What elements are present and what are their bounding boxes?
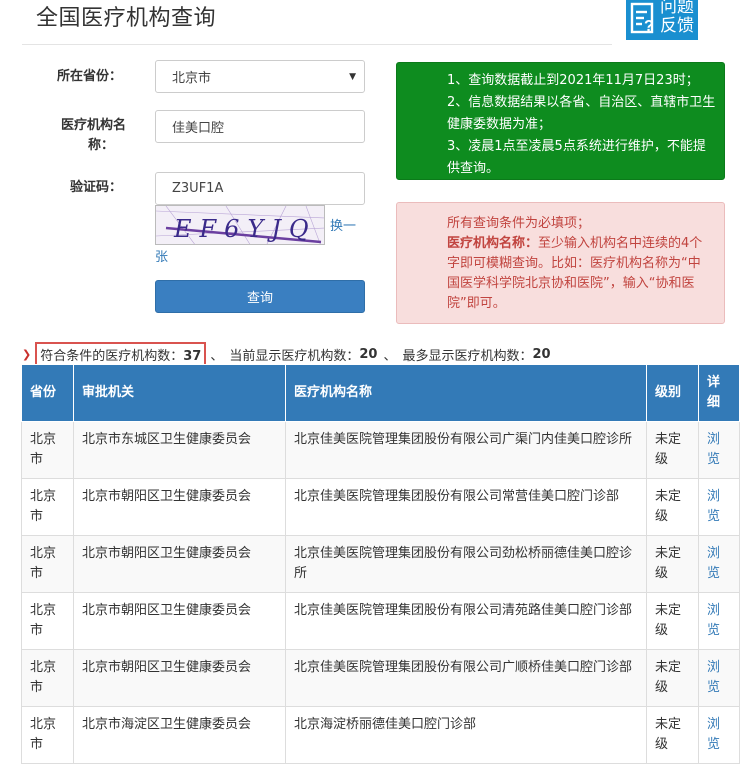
notice-requirements-label: 医疗机构名称：: [447, 236, 539, 251]
cell-level: 未定级: [646, 421, 699, 479]
cell-approval-authority: 北京市朝阳区卫生健康委员会: [73, 535, 286, 593]
table-row: 北京市 北京市东城区卫生健康委员会 北京佳美医院管理集团股份有限公司广渠门内佳美…: [21, 421, 740, 479]
view-details-link[interactable]: 浏览: [698, 706, 740, 764]
header-province[interactable]: 省份: [21, 364, 74, 422]
cell-institution-name: 北京佳美医院管理集团股份有限公司劲松桥丽德佳美口腔诊所: [285, 535, 647, 593]
captcha-image[interactable]: EF6YJQ: [155, 205, 325, 245]
cell-province: 北京市: [21, 592, 74, 650]
notice-requirements-line1: 所有查询条件为必填项；: [447, 216, 591, 231]
match-count-label: 符合条件的医疗机构数：: [40, 348, 184, 364]
institution-name-value: 佳美口腔: [172, 121, 225, 136]
notice-info-line2: 2、信息数据结果以各省、自治区、直辖市卫生健康委数据为准；: [447, 95, 716, 132]
feedback-icon: ?: [630, 0, 656, 36]
cell-province: 北京市: [21, 649, 74, 707]
notice-requirements-line2: 医疗机构名称：至少输入机构名中连续的4个字即可模糊查询。比如：医疗机构名称为“中…: [447, 234, 712, 314]
refresh-captcha-link-line1[interactable]: 换一: [330, 215, 356, 234]
chevron-down-icon: ▼: [349, 72, 356, 82]
table-row: 北京市 北京市朝阳区卫生健康委员会 北京佳美医院管理集团股份有限公司广顺桥佳美口…: [21, 649, 740, 707]
notice-info: 1、查询数据截止到2021年11月7日23时； 2、信息数据结果以各省、自治区、…: [396, 62, 725, 180]
institution-name-input[interactable]: 佳美口腔: [155, 110, 365, 143]
cell-institution-name: 北京佳美医院管理集团股份有限公司广渠门内佳美口腔诊所: [285, 421, 647, 479]
province-label: 所在省份：: [56, 69, 122, 84]
results-table: 省份 审批机关 医疗机构名称 级别 详细 北京市 北京市东城区卫生健康委员会 北…: [21, 364, 740, 764]
shown-count-label: 当前显示医疗机构数：: [229, 348, 360, 364]
summary-separator: 、: [210, 348, 224, 364]
notice-info-line3: 3、凌晨1点至凌晨5点系统进行维护，不能提供查询。: [447, 139, 706, 176]
header-level[interactable]: 级别: [646, 364, 699, 422]
table-header-row: 省份 审批机关 医疗机构名称 级别 详细: [21, 364, 740, 422]
captcha-value: Z3UF1A: [172, 181, 224, 196]
cell-level: 未定级: [646, 592, 699, 650]
cell-province: 北京市: [21, 706, 74, 764]
view-details-link[interactable]: 浏览: [698, 592, 740, 650]
table-row: 北京市 北京市朝阳区卫生健康委员会 北京佳美医院管理集团股份有限公司清苑路佳美口…: [21, 592, 740, 650]
view-details-link[interactable]: 浏览: [698, 649, 740, 707]
cell-province: 北京市: [21, 535, 74, 593]
table-row: 北京市 北京市朝阳区卫生健康委员会 北京佳美医院管理集团股份有限公司劲松桥丽德佳…: [21, 535, 740, 593]
refresh-captcha-link-line2[interactable]: 张: [155, 246, 168, 265]
captcha-input[interactable]: Z3UF1A: [155, 172, 365, 205]
institution-name-label-line2: 称：: [87, 138, 114, 153]
province-select[interactable]: 北京市 ▼: [155, 60, 365, 93]
table-row: 北京市 北京市朝阳区卫生健康委员会 北京佳美医院管理集团股份有限公司常营佳美口腔…: [21, 478, 740, 536]
cell-approval-authority: 北京市朝阳区卫生健康委员会: [73, 478, 286, 536]
cell-institution-name: 北京佳美医院管理集团股份有限公司广顺桥佳美口腔门诊部: [285, 649, 647, 707]
cell-province: 北京市: [21, 478, 74, 536]
cell-province: 北京市: [21, 421, 74, 479]
feedback-line2: 反馈: [660, 16, 694, 36]
cell-institution-name: 北京海淀桥丽德佳美口腔门诊部: [285, 706, 647, 764]
province-value: 北京市: [172, 71, 212, 86]
summary-separator: 、: [383, 348, 397, 364]
query-button[interactable]: 查询: [155, 280, 365, 313]
captcha-text: EF6YJQ: [173, 215, 317, 243]
result-summary: ❯ 符合条件的医疗机构数：37 、 当前显示医疗机构数： 20 、 最多显示医疗机…: [22, 341, 551, 367]
title-divider: [22, 44, 612, 45]
page-title: 全国医疗机构查询: [36, 6, 217, 31]
cell-level: 未定级: [646, 649, 699, 707]
captcha-label: 验证码：: [69, 180, 122, 195]
max-count-label: 最多显示医疗机构数：: [402, 348, 533, 364]
notice-requirements: 所有查询条件为必填项； 医疗机构名称：至少输入机构名中连续的4个字即可模糊查询。…: [396, 202, 725, 324]
institution-name-label-line1: 医疗机构名: [60, 118, 126, 133]
double-chevron-right-icon: ❯: [22, 347, 32, 361]
feedback-line1: 问题: [660, 0, 694, 17]
cell-approval-authority: 北京市朝阳区卫生健康委员会: [73, 592, 286, 650]
cell-institution-name: 北京佳美医院管理集团股份有限公司常营佳美口腔门诊部: [285, 478, 647, 536]
match-count: 37: [183, 348, 202, 364]
header-details[interactable]: 详细: [698, 364, 740, 422]
match-count-highlight: 符合条件的医疗机构数：37: [35, 341, 207, 367]
cell-approval-authority: 北京市海淀区卫生健康委员会: [73, 706, 286, 764]
view-details-link[interactable]: 浏览: [698, 421, 740, 479]
feedback-button[interactable]: ? 问题 反馈: [626, 0, 698, 40]
institution-name-label: 医疗机构名 称：: [36, 116, 126, 156]
cell-level: 未定级: [646, 535, 699, 593]
header-institution-name[interactable]: 医疗机构名称: [285, 364, 647, 422]
svg-text:?: ?: [644, 18, 654, 35]
view-details-link[interactable]: 浏览: [698, 478, 740, 536]
notice-info-line1: 1、查询数据截止到2021年11月7日23时；: [447, 73, 699, 88]
table-row: 北京市 北京市海淀区卫生健康委员会 北京海淀桥丽德佳美口腔门诊部 未定级 浏览: [21, 706, 740, 764]
cell-approval-authority: 北京市东城区卫生健康委员会: [73, 421, 286, 479]
cell-approval-authority: 北京市朝阳区卫生健康委员会: [73, 649, 286, 707]
max-count: 20: [532, 346, 551, 362]
cell-level: 未定级: [646, 706, 699, 764]
header-approval-authority[interactable]: 审批机关: [73, 364, 286, 422]
cell-level: 未定级: [646, 478, 699, 536]
view-details-link[interactable]: 浏览: [698, 535, 740, 593]
cell-institution-name: 北京佳美医院管理集团股份有限公司清苑路佳美口腔门诊部: [285, 592, 647, 650]
shown-count: 20: [359, 346, 378, 362]
